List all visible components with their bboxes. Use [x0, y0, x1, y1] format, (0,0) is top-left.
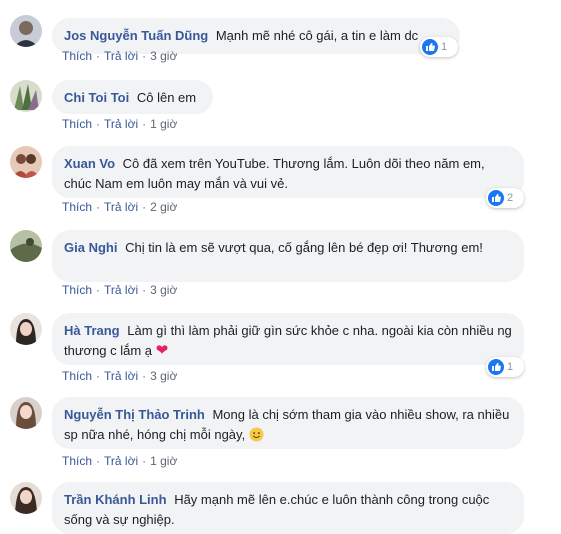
comment-actions: Thích · Trả lời · 3 giờ — [62, 369, 178, 383]
avatar[interactable] — [10, 397, 42, 429]
comment-bubble: Chi Toi Toi Cô lên em — [52, 80, 213, 114]
comment-bubble: Gia Nghi Chị tin là em sẽ vượt qua, cố g… — [52, 230, 524, 282]
commenter-name[interactable]: Hà Trang — [64, 323, 120, 338]
like-link[interactable]: Thích — [62, 454, 92, 468]
like-link[interactable]: Thích — [62, 117, 92, 131]
timestamp[interactable]: 1 giờ — [150, 454, 177, 468]
comment-bubble: Xuan Vo Cô đã xem trên YouTube. Thương l… — [52, 146, 524, 198]
comment-text: Mạnh mẽ nhé cô gái, a tin e làm dc — [215, 28, 419, 43]
comment-actions: Thích · Trả lời · 2 giờ — [62, 200, 178, 214]
commenter-name[interactable]: Gia Nghi — [64, 240, 117, 255]
like-reaction-icon — [488, 359, 504, 375]
comment-text: Làm gì thì làm phải giữ gìn sức khỏe c n… — [64, 323, 512, 358]
like-link[interactable]: Thích — [62, 49, 92, 63]
avatar[interactable] — [10, 146, 42, 178]
like-link[interactable]: Thích — [62, 283, 92, 297]
reply-link[interactable]: Trả lời — [104, 454, 138, 468]
reaction-number: 2 — [507, 192, 514, 204]
comment-text: Cô lên em — [136, 90, 197, 105]
timestamp[interactable]: 3 giờ — [150, 283, 177, 297]
like-link[interactable]: Thích — [62, 200, 92, 214]
reaction-number: 1 — [507, 361, 514, 373]
comment-bubble: Trần Khánh Linh Hãy mạnh mẽ lên e.chúc e… — [52, 482, 524, 534]
timestamp[interactable]: 3 giờ — [150, 369, 177, 383]
reaction-count[interactable]: 2 — [486, 188, 524, 208]
reply-link[interactable]: Trả lời — [104, 200, 138, 214]
like-reaction-icon — [488, 190, 504, 206]
reply-link[interactable]: Trả lời — [104, 117, 138, 131]
comment-actions: Thích · Trả lời · 3 giờ — [62, 49, 178, 63]
reply-link[interactable]: Trả lời — [104, 369, 138, 383]
avatar[interactable] — [10, 15, 42, 47]
heart-emoji-icon: ❤ — [155, 342, 169, 359]
avatar[interactable] — [10, 80, 42, 112]
like-link[interactable]: Thích — [62, 369, 92, 383]
avatar[interactable] — [10, 313, 42, 345]
commenter-name[interactable]: Nguyễn Thị Thảo Trinh — [64, 407, 205, 422]
comment-bubble: Nguyễn Thị Thảo Trinh Mong là chị sớm th… — [52, 397, 524, 449]
avatar[interactable] — [10, 482, 42, 514]
comment-bubble: Hà Trang Làm gì thì làm phải giữ gìn sức… — [52, 313, 524, 365]
comment-actions: Thích · Trả lời · 1 giờ — [62, 117, 178, 131]
commenter-name[interactable]: Jos Nguyễn Tuấn Dũng — [64, 28, 208, 43]
timestamp[interactable]: 2 giờ — [150, 200, 177, 214]
timestamp[interactable]: 1 giờ — [150, 117, 177, 131]
commenter-name[interactable]: Xuan Vo — [64, 156, 115, 171]
timestamp[interactable]: 3 giờ — [150, 49, 177, 63]
reaction-number: 1 — [441, 41, 448, 53]
comment-text: Cô đã xem trên YouTube. Thương lắm. Luôn… — [64, 156, 485, 191]
comment-text: Chị tin là em sẽ vượt qua, cố gắng lên b… — [125, 240, 483, 255]
avatar[interactable] — [10, 230, 42, 262]
reaction-count[interactable]: 1 — [420, 37, 458, 57]
reaction-count[interactable]: 1 — [486, 357, 524, 377]
like-reaction-icon — [422, 39, 438, 55]
reply-link[interactable]: Trả lời — [104, 49, 138, 63]
comment-actions: Thích · Trả lời · 1 giờ — [62, 454, 178, 468]
smile-emoji-icon — [249, 427, 264, 442]
comment-actions: Thích · Trả lời · 3 giờ — [62, 283, 178, 297]
commenter-name[interactable]: Chi Toi Toi — [64, 90, 129, 105]
reply-link[interactable]: Trả lời — [104, 283, 138, 297]
commenter-name[interactable]: Trần Khánh Linh — [64, 492, 167, 507]
